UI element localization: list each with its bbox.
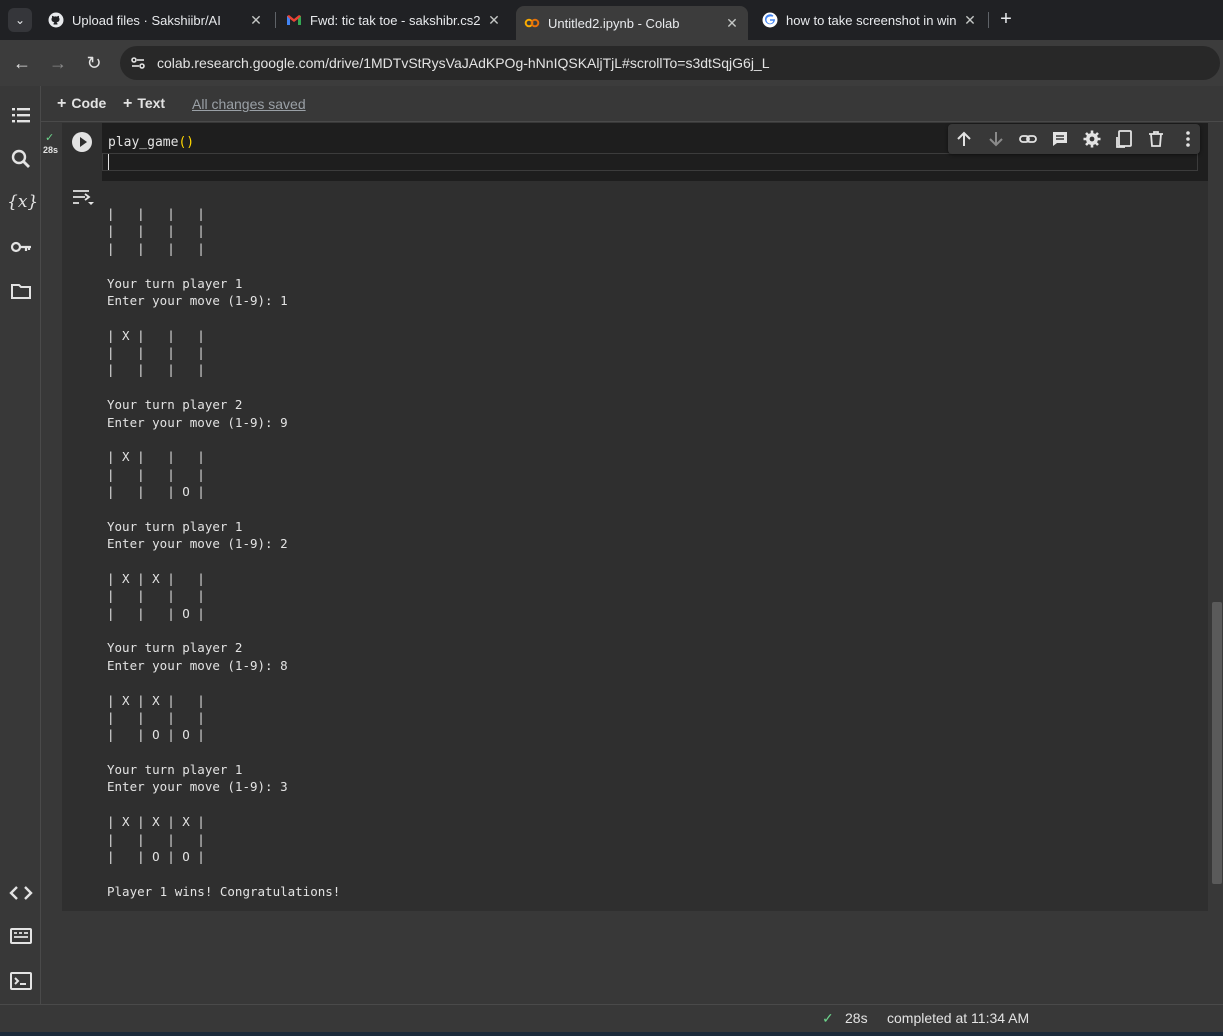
close-tab-icon[interactable]: ✕ xyxy=(962,12,978,29)
comment-icon[interactable] xyxy=(1050,129,1070,149)
check-icon: ✓ xyxy=(45,132,55,144)
tab-title: Untitled2.ipynb - Colab xyxy=(548,15,680,31)
tab-google[interactable]: how to take screenshot in windo ✕ xyxy=(762,6,978,34)
code-parens: () xyxy=(178,135,195,150)
forward-arrow-icon[interactable]: → xyxy=(46,51,70,75)
variables-icon[interactable]: {x} xyxy=(7,190,38,214)
tab-separator xyxy=(988,12,989,28)
tab-title: Fwd: tic tak toe - sakshibr.cs22 xyxy=(310,12,480,28)
mirror-cell-icon[interactable] xyxy=(1114,129,1134,149)
move-down-icon[interactable] xyxy=(986,129,1006,149)
code-snippets-icon[interactable] xyxy=(9,881,33,905)
tab-colab-active[interactable]: Untitled2.ipynb - Colab ✕ xyxy=(516,6,748,40)
browser-tab-strip: ⌄ Upload files · Sakshiibr/AI ✕ Fwd: tic… xyxy=(0,0,1223,40)
code-function: play_game xyxy=(108,135,179,150)
command-palette-icon[interactable] xyxy=(9,924,33,948)
close-tab-icon[interactable]: ✕ xyxy=(486,12,502,29)
plus-icon: + xyxy=(123,95,133,112)
code-line: play_game() xyxy=(108,135,194,150)
left-sidebar: {x} xyxy=(0,86,41,1004)
back-arrow-icon[interactable]: ← xyxy=(10,51,34,75)
search-icon[interactable] xyxy=(9,147,33,171)
google-icon xyxy=(762,12,778,28)
table-of-contents-icon[interactable] xyxy=(9,103,33,127)
gmail-icon xyxy=(287,15,301,25)
tab-title: how to take screenshot in windo xyxy=(786,12,956,28)
check-icon: ✓ xyxy=(822,1010,834,1026)
tab-gmail[interactable]: Fwd: tic tak toe - sakshibr.cs22 ✕ xyxy=(286,6,502,34)
url-text: colab.research.google.com/drive/1MDTvStR… xyxy=(157,55,770,71)
cell-output: | | | | | | | | | | | | Your turn player… xyxy=(107,206,341,899)
add-code-label: Code xyxy=(71,95,107,111)
add-code-button[interactable]: + Code xyxy=(57,95,106,113)
scrollbar-thumb[interactable] xyxy=(1212,602,1222,884)
gear-icon[interactable] xyxy=(1082,129,1102,149)
tab-github[interactable]: Upload files · Sakshiibr/AI ✕ xyxy=(48,6,264,34)
tab-separator xyxy=(275,12,276,28)
new-tab-plus-icon[interactable]: + xyxy=(996,8,1016,32)
plus-icon: + xyxy=(57,95,67,112)
output-actions-icon[interactable] xyxy=(71,188,95,208)
address-bar[interactable]: colab.research.google.com/drive/1MDTvStR… xyxy=(120,46,1220,80)
save-status-link[interactable]: All changes saved xyxy=(192,96,306,112)
text-cursor xyxy=(108,154,109,170)
folder-icon[interactable] xyxy=(9,279,33,303)
taskbar-edge xyxy=(0,1032,1223,1036)
close-tab-icon[interactable]: ✕ xyxy=(724,15,740,32)
add-text-label: Text xyxy=(137,95,166,111)
status-completed-text[interactable]: completed at 11:34 AM xyxy=(887,1010,1029,1026)
add-text-button[interactable]: + Text xyxy=(123,95,165,113)
current-line-highlight xyxy=(102,153,1198,171)
move-up-icon[interactable] xyxy=(954,129,974,149)
cell-gutter: ✓ 28s xyxy=(41,123,102,181)
notebook-toolbar: + Code + Text All changes saved xyxy=(41,86,1223,122)
execution-time: 28s xyxy=(43,145,59,155)
cell-toolbar xyxy=(948,124,1200,154)
run-cell-button[interactable] xyxy=(72,132,92,152)
more-options-icon[interactable] xyxy=(1178,129,1198,149)
tab-search-chevron-icon[interactable]: ⌄ xyxy=(8,8,32,32)
close-tab-icon[interactable]: ✕ xyxy=(248,12,264,29)
reload-icon[interactable]: ↻ xyxy=(82,51,106,75)
link-icon[interactable] xyxy=(1018,129,1038,149)
tab-title: Upload files · Sakshiibr/AI xyxy=(72,12,221,28)
delete-icon[interactable] xyxy=(1146,129,1166,149)
colab-icon xyxy=(524,18,540,28)
github-icon xyxy=(48,12,64,28)
status-exec-time: 28s xyxy=(845,1010,868,1026)
site-settings-icon[interactable] xyxy=(128,53,148,73)
navigation-bar: ← → ↻ colab.research.google.com/drive/1M… xyxy=(0,40,1223,86)
terminal-icon[interactable] xyxy=(9,969,33,993)
status-bar: ✓ 28s completed at 11:34 AM xyxy=(0,1004,1223,1032)
key-icon[interactable] xyxy=(9,235,33,259)
